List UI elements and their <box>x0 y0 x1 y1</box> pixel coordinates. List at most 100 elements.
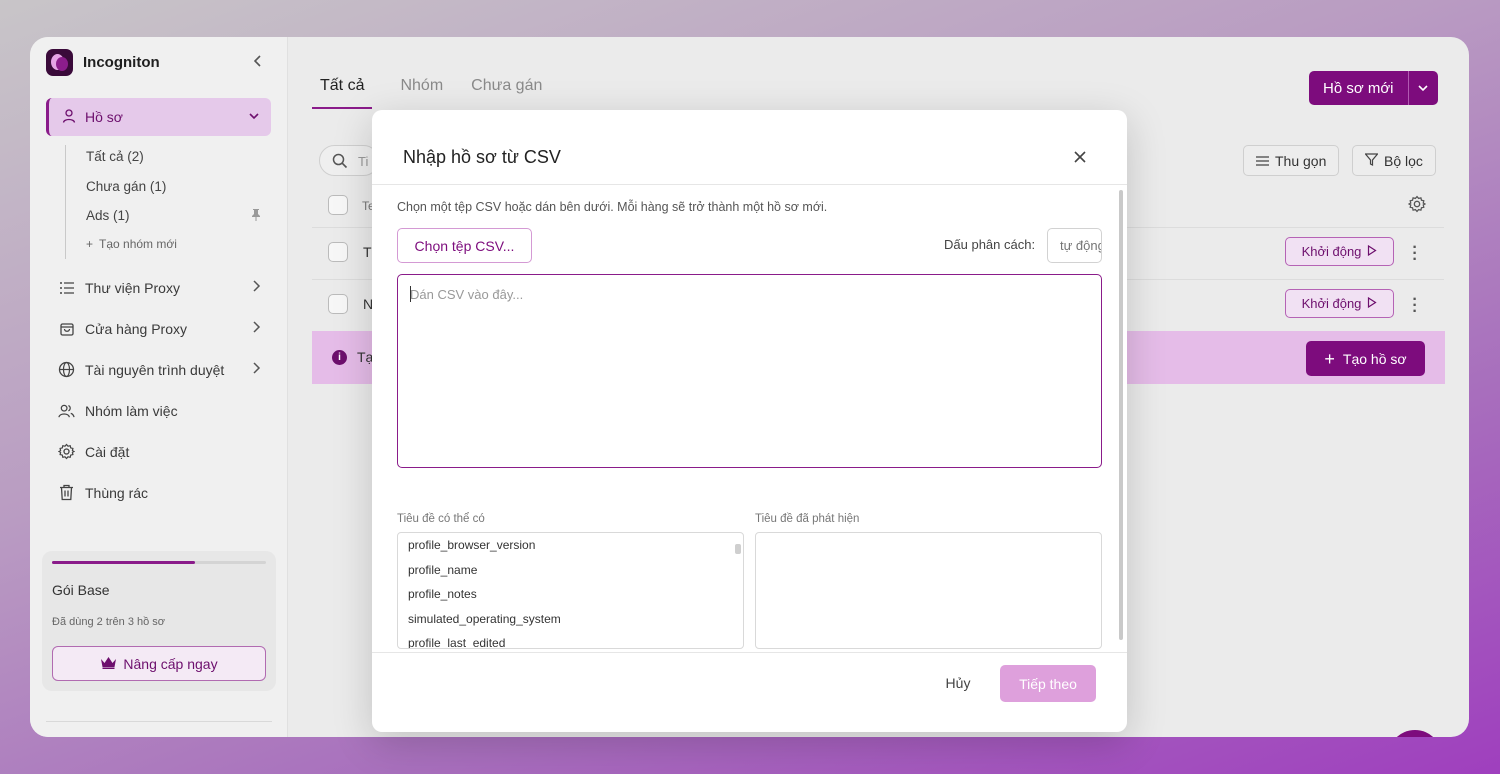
tab-groups[interactable]: Nhóm <box>400 77 443 109</box>
group-unassigned[interactable]: Chưa gán (1) <box>86 179 166 194</box>
list-item: profile_name <box>408 562 478 577</box>
sidebar-item-proxy-library[interactable]: Thư viện Proxy <box>58 279 180 296</box>
select-all-checkbox[interactable] <box>328 195 348 215</box>
sidebar-item-profiles[interactable]: Hồ sơ <box>46 98 271 136</box>
play-icon <box>1367 244 1378 259</box>
search-icon <box>332 153 348 174</box>
launch-label: Khởi động <box>1301 296 1362 311</box>
sidebar-item-trash[interactable]: Thùng rác <box>58 484 148 501</box>
users-icon <box>58 402 75 419</box>
detected-headers-label: Tiêu đề đã phát hiện <box>755 513 860 525</box>
search-text: Ti <box>358 154 369 169</box>
chevron-right-icon <box>250 361 262 378</box>
choose-csv-file-button[interactable]: Chọn tệp CSV... <box>397 228 532 263</box>
chevron-right-icon <box>250 279 262 296</box>
group-ads[interactable]: Ads (1) <box>86 208 130 223</box>
dialog-description: Chọn một tệp CSV hoặc dán bên dưới. Mỗi … <box>397 200 828 214</box>
divider <box>372 184 1127 185</box>
import-csv-dialog: Nhập hồ sơ từ CSV Chọn một tệp CSV hoặc … <box>372 110 1127 732</box>
incogniton-logo <box>46 49 73 76</box>
filter-button[interactable]: Bộ lọc <box>1352 145 1436 176</box>
row-checkbox[interactable] <box>328 242 348 262</box>
filter-label: Bộ lọc <box>1384 152 1423 169</box>
new-profile-dropdown-chevron-down-icon[interactable] <box>1407 71 1438 105</box>
chevron-down-icon <box>247 109 261 126</box>
upgrade-button[interactable]: Nâng cấp ngay <box>52 646 266 681</box>
plus-icon: + <box>86 237 94 251</box>
sidebar-item-label: Thùng rác <box>85 484 149 501</box>
create-group-link[interactable]: + Tạo nhóm mới <box>86 237 177 251</box>
new-profile-button[interactable]: Hồ sơ mới <box>1309 71 1408 105</box>
sidebar-item-label: Cửa hàng Proxy <box>85 320 187 337</box>
info-banner-text: Tạ <box>357 349 374 365</box>
user-icon <box>61 108 77 127</box>
launch-label: Khởi động <box>1301 244 1362 259</box>
plan-card: Gói Base Đã dùng 2 trên 3 hồ sơ Nâng cấp… <box>42 551 276 691</box>
tab-all[interactable]: Tất cả <box>312 77 373 109</box>
chevron-right-icon <box>250 320 262 337</box>
plan-usage-progress-fill <box>52 561 196 564</box>
dialog-scrollbar[interactable] <box>1119 190 1123 640</box>
detected-headers-list <box>755 532 1102 649</box>
sidebar-item-proxy-store[interactable]: Cửa hàng Proxy <box>58 320 187 337</box>
gear-icon <box>58 443 75 460</box>
list-item: simulated_operating_system <box>408 611 561 626</box>
plus-icon: + <box>1324 348 1335 369</box>
list-scrollbar[interactable] <box>735 544 741 554</box>
possible-headers-label: Tiêu đề có thể có <box>397 513 485 525</box>
info-icon: i <box>332 350 347 365</box>
row-name: T <box>363 244 372 260</box>
delimiter-input[interactable] <box>1047 228 1102 263</box>
collapse-sidebar-chevron-left-icon[interactable] <box>248 53 268 73</box>
sidebar-item-label: Thư viện Proxy <box>85 279 180 296</box>
launch-button[interactable]: Khởi động <box>1285 237 1394 266</box>
more-options-icon[interactable]: · · · <box>1410 292 1420 320</box>
row-checkbox[interactable] <box>328 294 348 314</box>
sidebar: Incogniton Hồ sơ Tất cả (2) Chưa gán (1)… <box>30 37 288 737</box>
csv-paste-textarea[interactable] <box>397 274 1102 468</box>
create-group-label: Tạo nhóm mới <box>99 237 177 251</box>
more-options-icon[interactable]: · · · <box>1410 240 1420 268</box>
list-item: profile_last_edited <box>408 636 506 649</box>
column-settings-gear-icon[interactable] <box>1407 195 1427 218</box>
possible-headers-list[interactable]: profile_browser_version profile_name pro… <box>397 532 744 649</box>
list-item: profile_notes <box>408 587 477 601</box>
sidebar-item-settings[interactable]: Cài đặt <box>58 443 129 460</box>
sidebar-item-label: Tài nguyên trình duyệt <box>85 361 225 378</box>
globe-icon <box>58 361 75 378</box>
close-icon[interactable] <box>1070 147 1090 167</box>
launch-button[interactable]: Khởi động <box>1285 289 1394 318</box>
collapse-button[interactable]: Thu gọn <box>1243 145 1340 176</box>
search-input[interactable]: Ti <box>319 145 379 176</box>
upgrade-label: Nâng cấp ngay <box>123 655 218 672</box>
filter-icon <box>1364 152 1379 169</box>
sidebar-item-label: Hồ sơ <box>85 109 123 125</box>
crown-icon <box>100 656 117 672</box>
app-name: Incogniton <box>83 54 160 71</box>
create-profile-button[interactable]: + Tạo hồ sơ <box>1306 341 1425 376</box>
new-profile-split-button: Hồ sơ mới <box>1309 71 1438 105</box>
main-tabs: Tất cả Nhóm Chưa gán <box>312 77 542 109</box>
shopping-bag-icon <box>58 320 75 337</box>
sidebar-item-label: Nhóm làm việc <box>85 402 178 419</box>
cancel-button[interactable]: Hủy <box>932 675 984 691</box>
play-icon <box>1367 296 1378 311</box>
group-all[interactable]: Tất cả (2) <box>86 149 144 164</box>
tab-unassigned[interactable]: Chưa gán <box>471 77 542 109</box>
sidebar-item-browser-resources[interactable]: Tài nguyên trình duyệt <box>58 361 224 378</box>
divider <box>46 721 272 722</box>
sidebar-item-workspace[interactable]: Nhóm làm việc <box>58 402 178 419</box>
plan-usage-text: Đã dùng 2 trên 3 hồ sơ <box>52 616 166 628</box>
dialog-title: Nhập hồ sơ từ CSV <box>403 147 561 167</box>
trash-icon <box>58 484 75 501</box>
plan-usage-progress <box>52 561 266 564</box>
chat-support-button[interactable] <box>1388 730 1442 737</box>
menu-icon <box>1256 153 1269 169</box>
pin-icon[interactable] <box>250 208 262 225</box>
collapse-label: Thu gọn <box>1275 152 1327 169</box>
next-button[interactable]: Tiếp theo <box>1000 665 1096 702</box>
divider <box>372 652 1127 653</box>
list-icon <box>58 279 75 296</box>
text-caret <box>410 286 411 302</box>
plan-title: Gói Base <box>52 582 110 598</box>
